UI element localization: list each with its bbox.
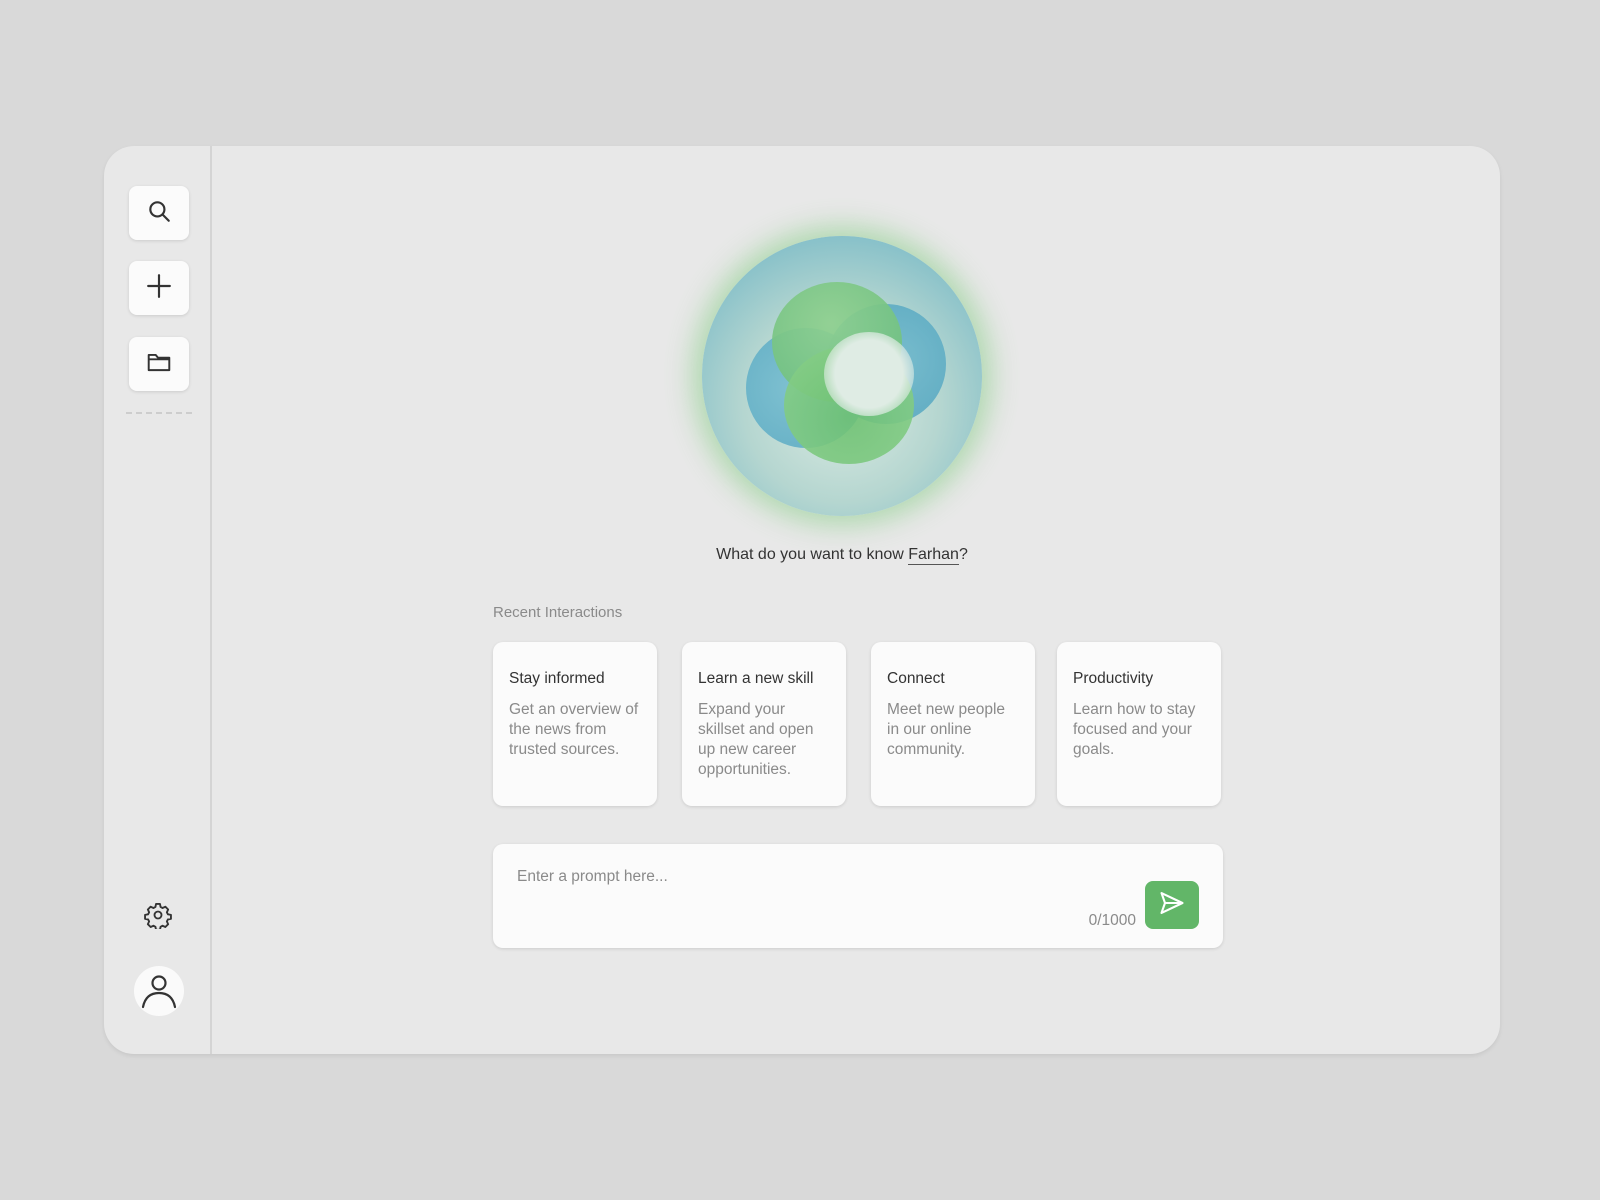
- recent-interactions-label: Recent Interactions: [493, 604, 623, 621]
- card-description: Meet new people in our online community.: [887, 701, 1006, 758]
- card-stay-informed[interactable]: Stay informed Get an overview of the new…: [493, 642, 657, 806]
- send-button[interactable]: [1145, 881, 1199, 929]
- send-icon: [1158, 889, 1186, 922]
- card-productivity[interactable]: Productivity Learn how to stay focused a…: [1057, 642, 1221, 806]
- sidebar: [104, 146, 212, 1054]
- character-counter: 0/1000: [1088, 912, 1136, 929]
- prompt-input[interactable]: [517, 864, 1097, 890]
- card-description: Expand your skillset and open up new car…: [698, 701, 814, 778]
- greeting: What do you want to know Farhan?: [404, 546, 1280, 565]
- plus-icon: [146, 273, 172, 304]
- new-chat-button[interactable]: [129, 261, 189, 315]
- greeting-prefix: What do you want to know: [716, 546, 909, 563]
- app-window: What do you want to know Farhan? Recent …: [104, 146, 1500, 1054]
- card-learn-new-skill[interactable]: Learn a new skill Expand your skillset a…: [682, 642, 846, 806]
- card-title: Stay informed: [509, 670, 605, 687]
- card-description: Learn how to stay focused and your goals…: [1073, 701, 1196, 758]
- card-connect[interactable]: Connect Meet new people in our online co…: [871, 642, 1035, 806]
- card-title: Learn a new skill: [698, 670, 814, 687]
- assistant-orb: [692, 226, 992, 526]
- card-title: Connect: [887, 670, 945, 687]
- prompt-box: 0/1000: [493, 844, 1223, 948]
- card-description: Get an overview of the news from trusted…: [509, 701, 639, 758]
- settings-button[interactable]: [143, 902, 173, 932]
- folder-button[interactable]: [129, 337, 189, 391]
- search-icon: [146, 198, 172, 229]
- avatar[interactable]: [134, 966, 184, 1016]
- recent-cards: Stay informed Get an overview of the new…: [493, 642, 1223, 806]
- gear-icon: [144, 901, 172, 934]
- search-button[interactable]: [129, 186, 189, 240]
- greeting-suffix: ?: [958, 546, 968, 563]
- user-icon: [139, 969, 179, 1014]
- card-title: Productivity: [1073, 670, 1154, 687]
- folder-icon: [146, 349, 172, 380]
- user-name-link[interactable]: Farhan: [908, 546, 959, 565]
- sidebar-divider: [126, 412, 192, 414]
